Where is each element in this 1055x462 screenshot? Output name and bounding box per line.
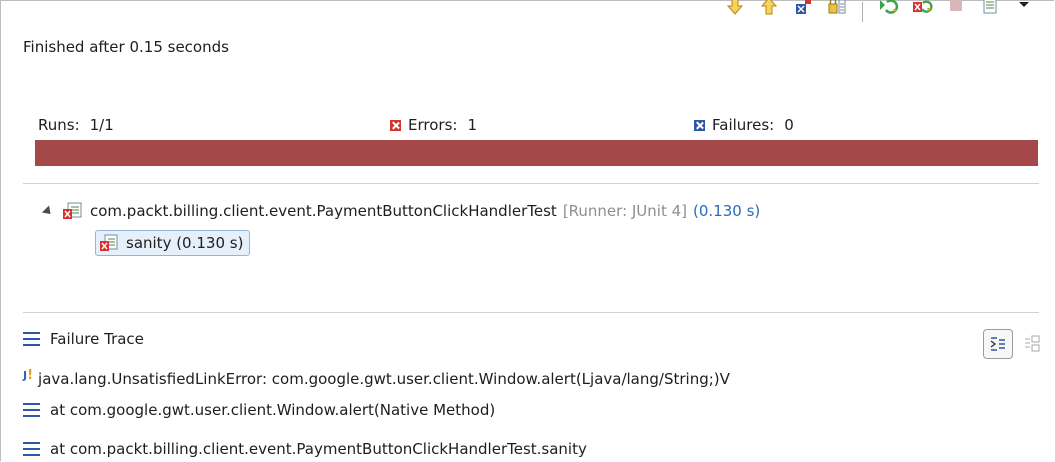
test-error-icon bbox=[100, 234, 118, 251]
failures-value: 0 bbox=[784, 116, 794, 134]
test-run-history-icon bbox=[983, 0, 997, 14]
failure-icon bbox=[694, 119, 705, 131]
stack-frame-icon bbox=[23, 403, 40, 417]
previous-failure-button[interactable] bbox=[752, 0, 786, 30]
divider bbox=[23, 183, 1039, 184]
failures-counter: Failures: 0 bbox=[694, 116, 794, 134]
next-failure-icon bbox=[726, 0, 744, 15]
status-message: Finished after 0.15 seconds bbox=[23, 38, 229, 56]
toolbar-separator bbox=[862, 2, 863, 22]
rerun-test-button[interactable] bbox=[871, 0, 905, 30]
tree-suite-row[interactable]: com.packt.billing.client.event.PaymentBu… bbox=[41, 201, 761, 221]
filter-stack-icon bbox=[990, 337, 1005, 351]
junit-toolbar bbox=[718, 0, 1041, 30]
stop-button[interactable] bbox=[939, 0, 973, 30]
failures-label: Failures: bbox=[712, 116, 775, 134]
next-failure-button[interactable] bbox=[718, 0, 752, 30]
trace-text: at com.packt.billing.client.event.Paymen… bbox=[50, 440, 587, 458]
stack-trace-icon bbox=[23, 332, 40, 346]
errors-value: 1 bbox=[467, 116, 477, 134]
runs-label: Runs: bbox=[38, 116, 80, 134]
runs-value: 1/1 bbox=[89, 116, 114, 134]
trace-text: at com.google.gwt.user.client.Window.ale… bbox=[50, 401, 496, 419]
junit-failure-icon: J! bbox=[23, 367, 34, 383]
progress-bar bbox=[35, 140, 1038, 166]
runs-counter: Runs: 1/1 bbox=[38, 116, 114, 134]
failure-trace-tools bbox=[983, 329, 1043, 359]
test-suite-error-icon bbox=[63, 202, 82, 219]
compare-result-button[interactable] bbox=[1021, 333, 1043, 355]
show-failures-only-button[interactable] bbox=[786, 0, 820, 30]
trace-text: java.lang.UnsatisfiedLinkError: com.goog… bbox=[38, 370, 730, 388]
rerun-test-icon bbox=[880, 0, 899, 14]
rerun-failed-first-icon bbox=[913, 0, 933, 13]
suite-name: com.packt.billing.client.event.PaymentBu… bbox=[90, 202, 557, 220]
compare-icon bbox=[1025, 335, 1040, 352]
failure-trace-header: Failure Trace bbox=[23, 330, 144, 348]
filter-stack-trace-button[interactable] bbox=[983, 329, 1013, 359]
counter-panel: Runs: 1/1 Errors: 1 Failures: 0 bbox=[38, 116, 1038, 140]
test-label: sanity (0.130 s) bbox=[126, 234, 244, 252]
test-run-history-button[interactable] bbox=[973, 0, 1007, 30]
show-failures-only-icon bbox=[796, 0, 811, 14]
error-icon bbox=[390, 119, 401, 131]
progress-bar-fill bbox=[35, 140, 1038, 166]
scroll-lock-button[interactable] bbox=[820, 0, 854, 30]
errors-counter: Errors: 1 bbox=[390, 116, 477, 134]
stack-frame-icon bbox=[23, 442, 40, 456]
suite-time: (0.130 s) bbox=[693, 202, 761, 220]
scroll-lock-icon bbox=[828, 0, 846, 14]
tree-test-row[interactable]: sanity (0.130 s) bbox=[95, 230, 251, 256]
divider bbox=[23, 312, 1039, 313]
trace-line[interactable]: J! java.lang.UnsatisfiedLinkError: com.g… bbox=[23, 367, 730, 389]
trace-line[interactable]: at com.packt.billing.client.event.Paymen… bbox=[23, 440, 587, 458]
errors-label: Errors: bbox=[408, 116, 458, 134]
selected-test-item[interactable]: sanity (0.130 s) bbox=[95, 230, 251, 256]
previous-failure-icon bbox=[760, 0, 778, 15]
trace-line[interactable]: at com.google.gwt.user.client.Window.ale… bbox=[23, 401, 495, 419]
view-menu-button[interactable] bbox=[1007, 0, 1041, 30]
view-menu-icon bbox=[1019, 2, 1029, 7]
failure-trace-title: Failure Trace bbox=[50, 330, 144, 348]
rerun-failed-first-button[interactable] bbox=[905, 0, 939, 30]
collapse-triangle-icon[interactable] bbox=[41, 204, 55, 218]
stop-icon bbox=[950, 0, 962, 11]
suite-runner: [Runner: JUnit 4] bbox=[562, 202, 688, 220]
